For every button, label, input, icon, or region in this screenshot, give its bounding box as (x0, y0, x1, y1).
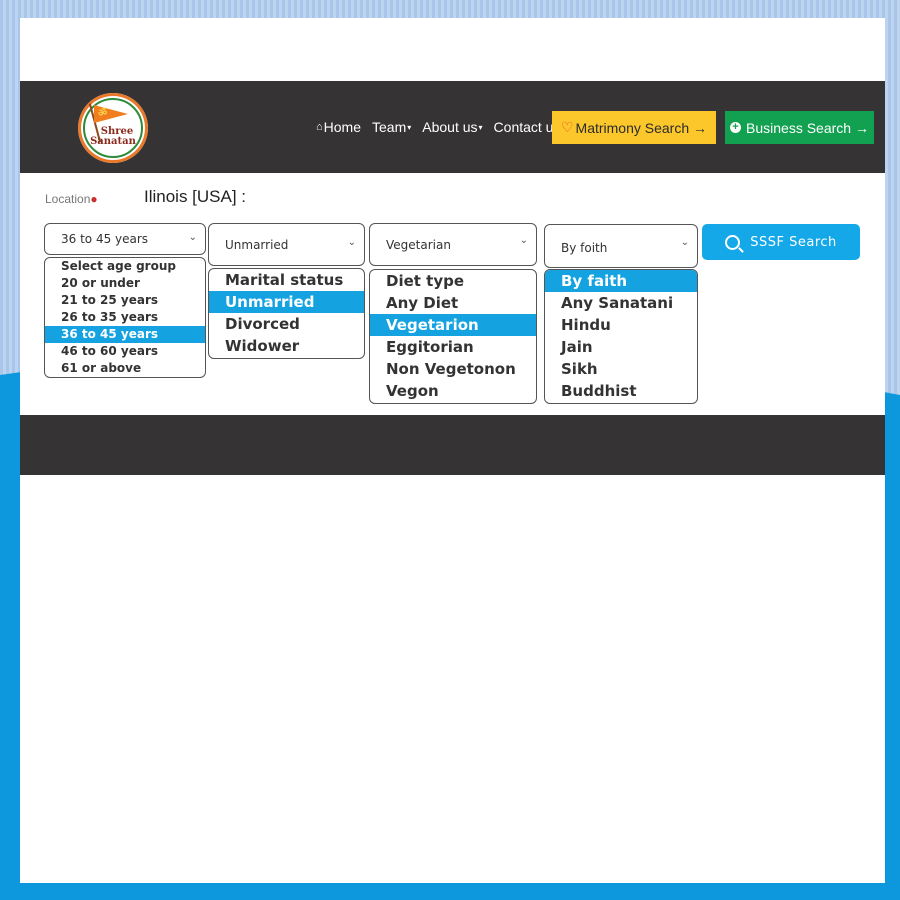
dropdown-option[interactable]: 46 to 60 years (45, 343, 205, 360)
plus-circle-icon: + (730, 122, 742, 133)
dropdown-option[interactable]: 61 or above (45, 360, 205, 377)
age-group-selected: 36 to 45 years (61, 232, 149, 246)
faith-select[interactable]: By foith ⌄ (544, 224, 698, 268)
marital-status-selected: Unmarried (225, 237, 289, 252)
nav-contact[interactable]: Contact us (494, 119, 561, 135)
dropdown-option[interactable]: Widower (209, 335, 364, 357)
nav-home-label: Home (323, 119, 362, 135)
dropdown-option[interactable]: Jain (545, 336, 697, 358)
nav-team-label: Team (372, 119, 407, 135)
search-icon (725, 234, 741, 250)
nav-about[interactable]: About us ▾ (422, 119, 482, 135)
business-search-button[interactable]: + Business Search → (725, 111, 874, 144)
nav-home[interactable]: ⌂ Home (316, 119, 361, 135)
location-label-text: Location (45, 192, 91, 206)
location-label: Location● (45, 192, 98, 206)
dropdown-option[interactable]: Marital status (209, 269, 364, 291)
home-icon: ⌂ (316, 121, 323, 133)
diet-type-listbox: Diet type Any Diet Vegetarion Eggitorian Non… (369, 269, 537, 404)
navbar: ॐ Shree Sanatan ⌂ Home Team ▾ About us ▾… (20, 81, 885, 173)
nav-team[interactable]: Team ▾ (372, 119, 411, 135)
dropdown-option[interactable]: 26 to 35 years (45, 309, 205, 326)
logo-text-line2: Sanatan (90, 136, 136, 147)
diet-type-select[interactable]: Vegetarian ⌄ (369, 223, 537, 266)
chevron-down-icon: ⌄ (347, 237, 356, 248)
dropdown-option[interactable]: Buddhist (545, 380, 697, 402)
dropdown-option[interactable]: Any Diet (370, 292, 536, 314)
dropdown-option[interactable]: Select age group (45, 258, 205, 275)
dropdown-option[interactable]: Unmarried (209, 291, 364, 313)
footer-bar (20, 415, 885, 475)
dropdown-option[interactable]: Hindu (545, 314, 697, 336)
om-icon: ॐ (98, 108, 108, 119)
faith-listbox: By faith Any Sanatani Hindu Jain Sikh Buddhis… (544, 269, 698, 404)
chevron-down-icon: ⌄ (680, 237, 689, 248)
dropdown-option[interactable]: Sikh (545, 358, 697, 380)
nav-about-label: About us (422, 119, 478, 135)
heart-icon: ♡ (560, 119, 574, 135)
diet-type-selected: Vegetarian (386, 237, 451, 252)
dropdown-option[interactable]: By faith (545, 270, 697, 292)
dropdown-option[interactable]: Vegon (370, 380, 536, 402)
dropdown-option[interactable]: 36 to 45 years (45, 326, 205, 343)
dropdown-option[interactable]: 20 or under (45, 275, 205, 292)
business-search-label: Business Search → (746, 119, 869, 136)
nav-contact-label: Contact us (493, 119, 561, 135)
dropdown-option[interactable]: Eggitorian (370, 336, 536, 358)
dropdown-option[interactable]: Vegetarion (370, 314, 536, 336)
faith-selected: By foith (561, 241, 608, 255)
age-group-select[interactable]: 36 to 45 years ⌄ (44, 223, 206, 255)
nav-links: ⌂ Home Team ▾ About us ▾ Contact us (316, 119, 571, 135)
location-value: Ilinois [USA] : (144, 187, 247, 206)
caret-down-icon: ▾ (478, 122, 483, 132)
dropdown-option[interactable]: Divorced (209, 313, 364, 335)
map-pin-icon: ● (90, 192, 98, 206)
marital-status-select[interactable]: Unmarried ⌄ (208, 223, 365, 266)
marital-status-listbox: Marital status Unmarried Divorced Widower (208, 268, 365, 359)
caret-down-icon: ▾ (407, 122, 412, 132)
sssf-search-label: SSSF Search (750, 234, 837, 250)
chevron-down-icon: ⌄ (519, 235, 528, 246)
age-group-listbox: Select age group 20 or under 21 to 25 year… (44, 257, 206, 378)
logo[interactable]: ॐ Shree Sanatan (78, 93, 148, 163)
dropdown-option[interactable]: 21 to 25 years (45, 292, 205, 309)
dropdown-option[interactable]: Any Sanatani (545, 292, 697, 314)
matrimony-search-button[interactable]: ♡ Matrimony Search → (552, 111, 716, 144)
matrimony-search-label: Matrimony Search → (575, 119, 708, 136)
dropdown-option[interactable]: Diet type (370, 270, 536, 292)
dropdown-option[interactable]: Non Vegetonon (370, 358, 536, 380)
page-container: ॐ Shree Sanatan ⌂ Home Team ▾ About us ▾… (20, 18, 885, 883)
chevron-down-icon: ⌄ (188, 232, 197, 243)
sssf-search-button[interactable]: SSSF Search (702, 224, 860, 260)
